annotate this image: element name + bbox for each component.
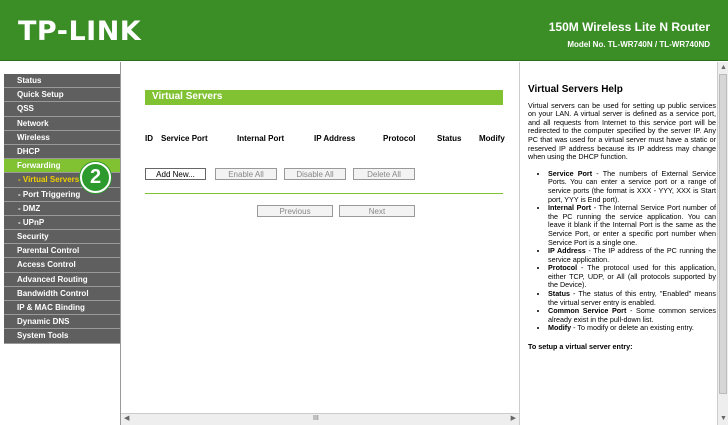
sidebar-item-network[interactable]: Network [4, 116, 120, 131]
sidebar-filler [4, 343, 120, 402]
delete-all-button[interactable]: Delete All [353, 168, 415, 180]
help-title: Virtual Servers Help [528, 84, 623, 95]
scroll-thumb[interactable] [719, 74, 727, 394]
col-modify: Modify [479, 134, 505, 143]
help-item: IP Address - The IP address of the PC ru… [548, 246, 716, 264]
help-item: Service Port - The numbers of External S… [548, 169, 716, 204]
sidebar-item-access-control[interactable]: Access Control [4, 258, 120, 273]
horizontal-scrollbar[interactable]: ◀ III ▶ [121, 413, 519, 425]
sidebar-item-security[interactable]: Security [4, 230, 120, 245]
sidebar-item-status[interactable]: Status [4, 74, 120, 89]
sidebar-item-dmz[interactable]: - DMZ [4, 201, 120, 216]
col-protocol: Protocol [383, 134, 416, 143]
sidebar-item-advanced-routing[interactable]: Advanced Routing [4, 272, 120, 287]
scroll-grip: III [313, 415, 319, 422]
enable-all-button[interactable]: Enable All [215, 168, 277, 180]
vertical-scrollbar[interactable]: ▲ ▼ [717, 62, 728, 425]
sidebar-item-dynamic-dns[interactable]: Dynamic DNS [4, 315, 120, 330]
product-name: 150M Wireless Lite N Router [548, 20, 710, 34]
scroll-down-icon[interactable]: ▼ [720, 414, 727, 424]
sidebar-item-dhcp[interactable]: DHCP [4, 144, 120, 160]
previous-button[interactable]: Previous [257, 205, 333, 217]
add-new-button[interactable]: Add New... [145, 168, 206, 180]
sidebar-item-parental-control[interactable]: Parental Control [4, 244, 120, 259]
help-list: Service Port - The numbers of External S… [528, 169, 716, 333]
help-item: Internal Port - The Internal Service Por… [548, 203, 716, 247]
scroll-left-icon[interactable]: ◀ [124, 414, 129, 424]
disable-all-button[interactable]: Disable All [284, 168, 346, 180]
help-item: Protocol - The protocol used for this ap… [548, 263, 716, 290]
step-2-badge: 2 [80, 162, 111, 193]
col-status: Status [437, 134, 462, 143]
main-content: Virtual Servers ID Service Port Internal… [120, 62, 519, 425]
title-underline [145, 104, 503, 105]
col-id: ID [145, 134, 153, 143]
scroll-up-icon[interactable]: ▲ [720, 63, 727, 73]
help-item: Status - The status of this entry, "Enab… [548, 289, 716, 307]
sidebar-item-system-tools[interactable]: System Tools [4, 329, 120, 344]
sidebar-item-qss[interactable]: QSS [4, 102, 120, 117]
sidebar-item-quick-setup[interactable]: Quick Setup [4, 88, 120, 103]
tp-link-logo: TP-LINK [18, 16, 142, 47]
col-service-port: Service Port [161, 134, 208, 143]
next-button[interactable]: Next [339, 205, 415, 217]
scroll-right-icon[interactable]: ▶ [511, 414, 516, 424]
section-divider [145, 193, 503, 194]
sidebar-menu: Status Quick Setup QSS Network Wireless … [4, 74, 120, 402]
sidebar-item-ip-mac-binding[interactable]: IP & MAC Binding [4, 301, 120, 316]
sidebar-item-upnp[interactable]: - UPnP [4, 215, 120, 231]
col-ip-address: IP Address [314, 134, 356, 143]
model-number: Model No. TL-WR740N / TL-WR740ND [567, 40, 710, 49]
header-bar: TP-LINK 150M Wireless Lite N Router Mode… [0, 0, 728, 61]
help-item: Modify - To modify or delete an existing… [548, 324, 716, 333]
sidebar-item-bandwidth-control[interactable]: Bandwidth Control [4, 286, 120, 301]
sidebar-item-wireless[interactable]: Wireless [4, 130, 120, 145]
help-item: Common Service Port - Some common servic… [548, 306, 716, 324]
help-intro: Virtual servers can be used for setting … [528, 100, 716, 162]
col-internal-port: Internal Port [237, 134, 285, 143]
page-title: Virtual Servers [145, 90, 503, 104]
help-panel: Virtual Servers Help Virtual servers can… [519, 62, 728, 425]
help-setup-heading: To setup a virtual server entry: [528, 342, 633, 352]
